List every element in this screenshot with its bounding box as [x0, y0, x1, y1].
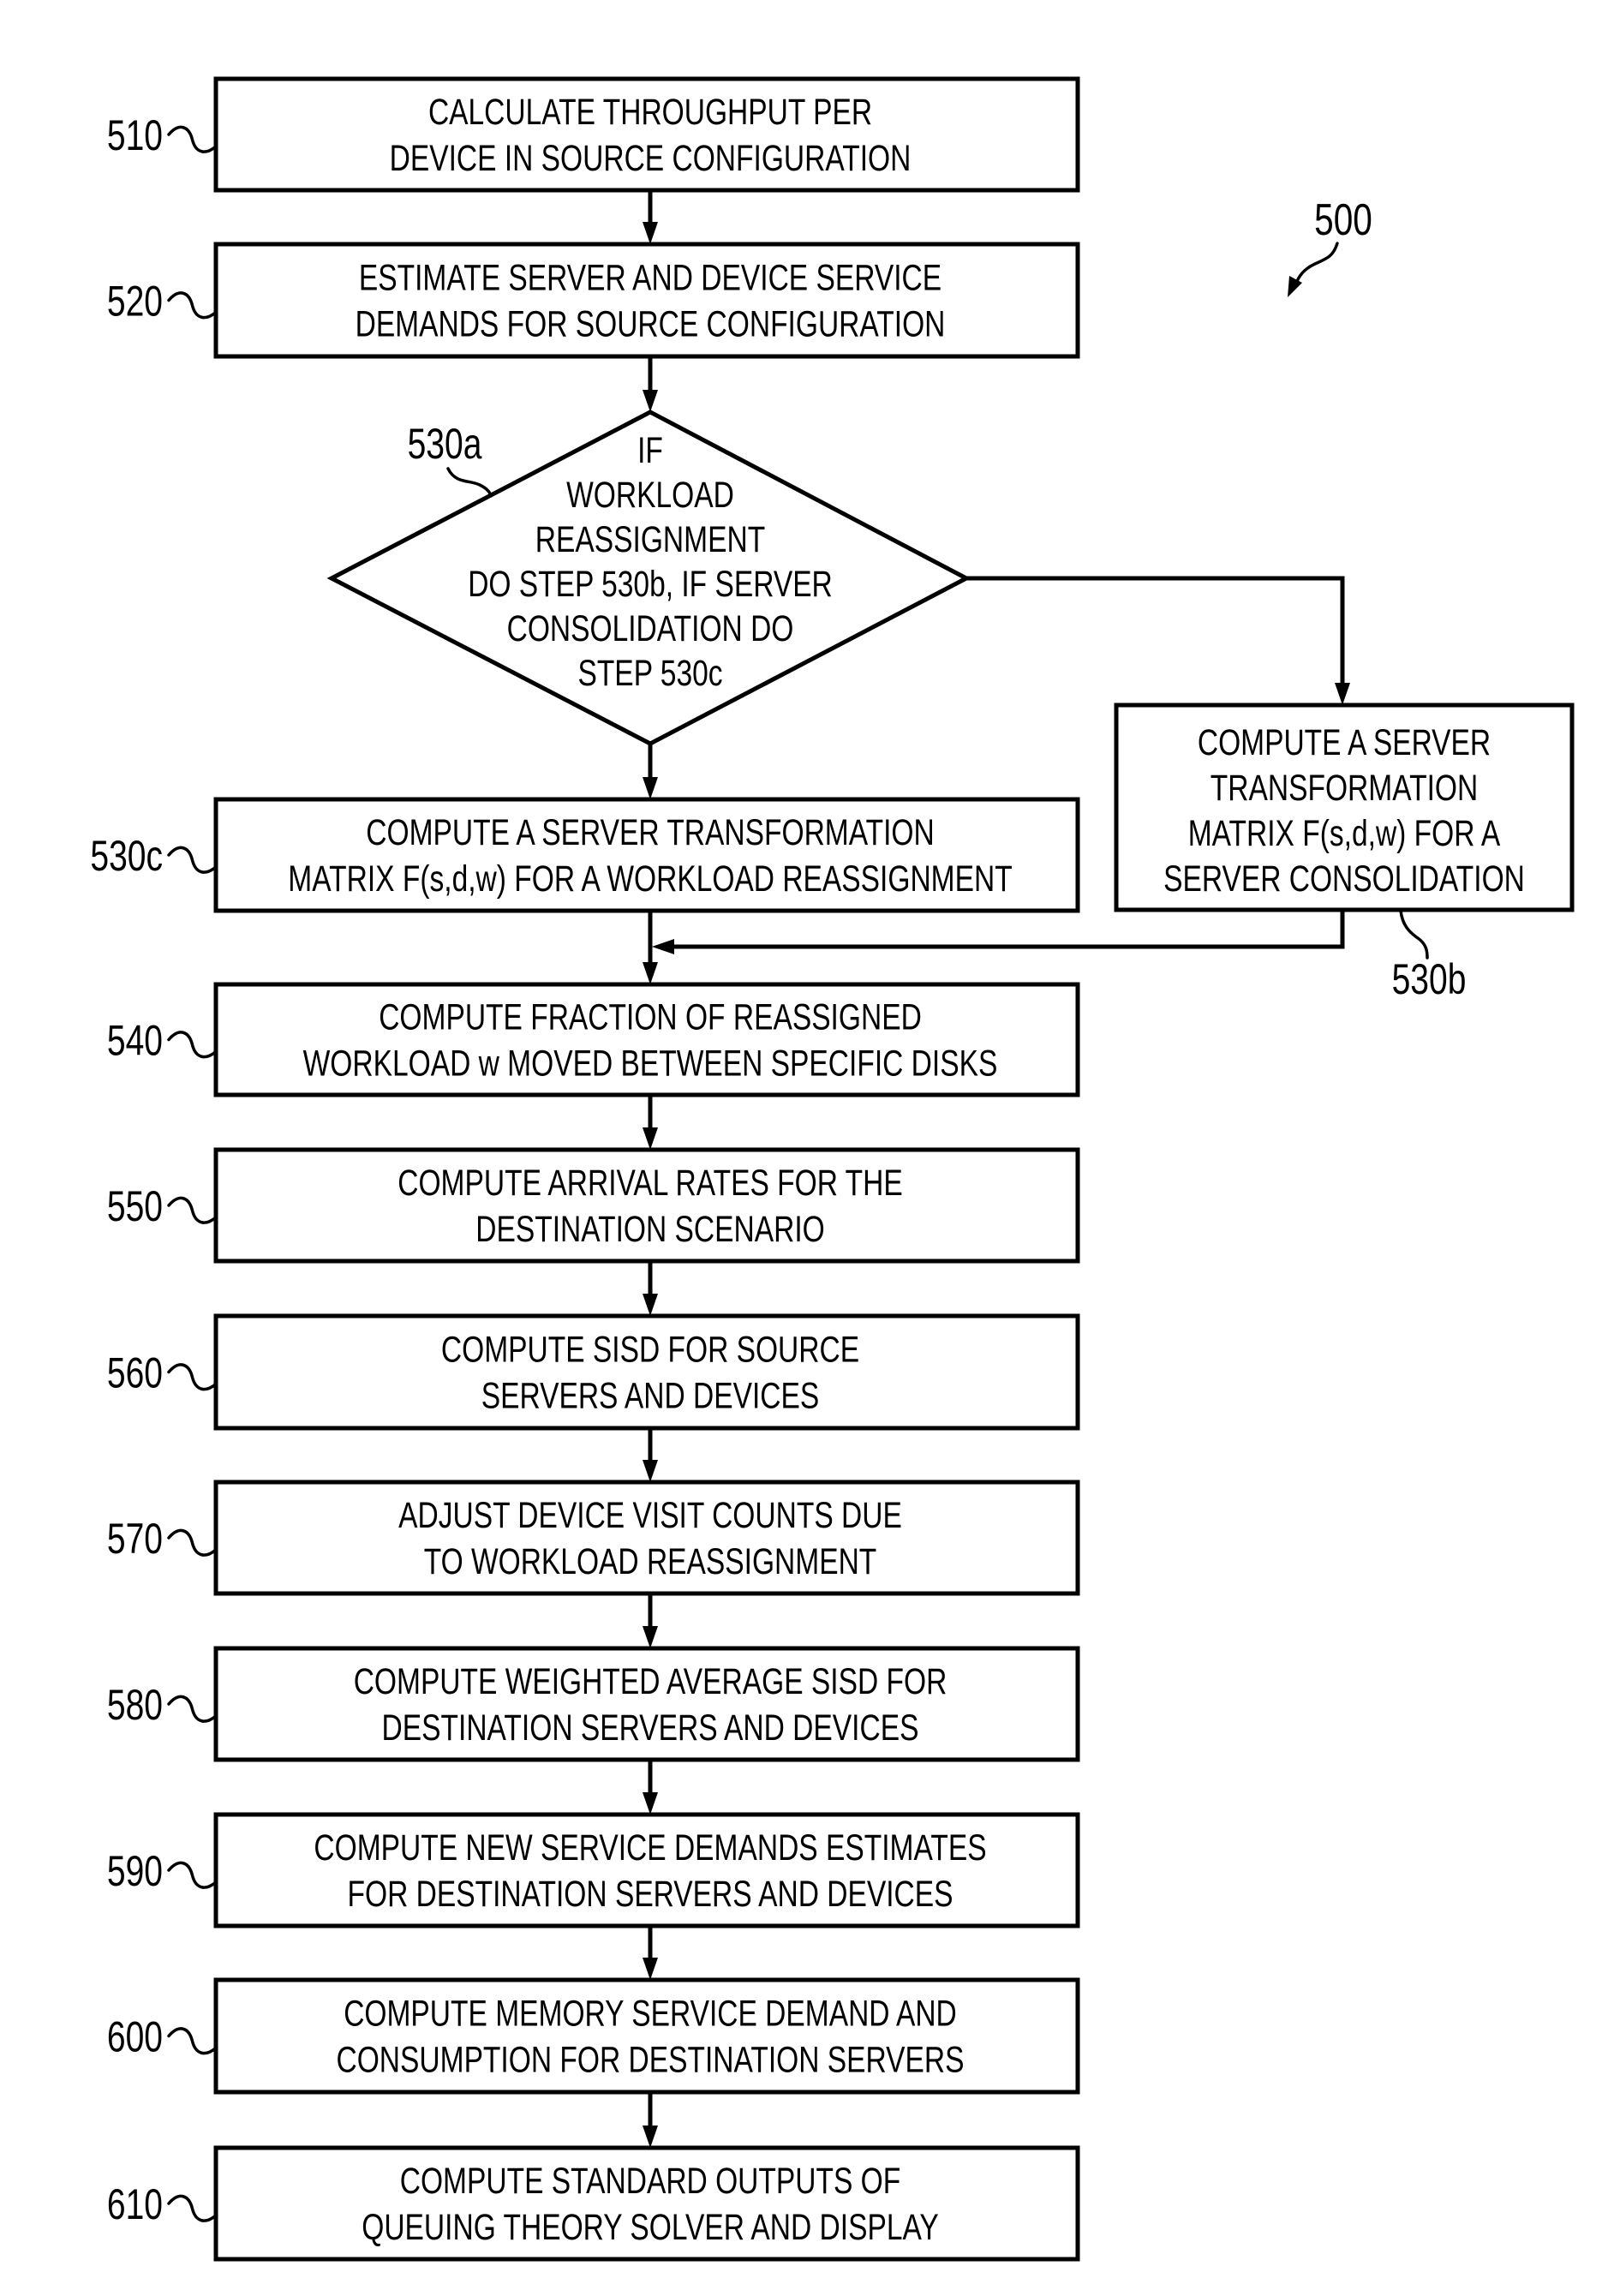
step-510: CALCULATE THROUGHPUT PER DEVICE IN SOURCE…	[213, 76, 1080, 193]
reference-label-580: 580	[107, 1681, 163, 1729]
step-530b: COMPUTE A SERVER TRANSFORMATIONMATRIX F(s…	[1114, 703, 1575, 912]
reference-label-520: 520	[107, 278, 163, 326]
arrowhead-icon	[643, 2126, 658, 2148]
step-610: COMPUTE STANDARD OUTPUTS OF QUEUING THEOR…	[213, 2145, 1080, 2262]
leader-line-600	[167, 2027, 218, 2055]
flowchart-500: CALCULATE THROUGHPUT PER DEVICE IN SOURCE…	[90, 76, 1575, 2262]
step-text-line: CALCULATE THROUGHPUT PER	[428, 92, 872, 133]
decision-text-line: DO STEP 530b, IF SERVER	[468, 564, 833, 605]
arrowhead-icon	[1335, 683, 1350, 705]
leader-line-510	[167, 125, 218, 153]
reference-label-530c: 530c	[90, 832, 163, 880]
step-560: COMPUTE SISD FOR SOURCE SERVERS AND DEVIC…	[213, 1313, 1080, 1431]
step-530c: COMPUTE A SERVER TRANSFORMATION MATRIX F(…	[213, 797, 1080, 913]
arrowhead-icon	[643, 1460, 658, 1482]
reference-label-530b: 530b	[1392, 955, 1467, 1003]
step-text-line: COMPUTE SISD FOR SOURCE	[441, 1330, 859, 1371]
step-text-line: TRANSFORMATION	[1210, 768, 1478, 809]
step-text-line: COMPUTE NEW SERVICE DEMANDS ESTIMATES	[314, 1827, 986, 1868]
leader-line-540	[167, 1031, 218, 1059]
step-580: COMPUTE WEIGHTED AVERAGE SISD FOR DESTINA…	[213, 1646, 1080, 1762]
step-540: COMPUTE FRACTION OF REASSIGNED WORKLOAD w…	[213, 982, 1080, 1097]
step-text-line: MATRIX F(s,d,w) FOR A WORKLOAD REASSIGNM…	[288, 858, 1012, 900]
arrowhead-icon	[643, 1127, 658, 1150]
step-text-line: CONSUMPTION FOR DESTINATION SERVERS	[337, 2040, 965, 2081]
leader-line-530b	[1399, 909, 1429, 960]
step-text-line: COMPUTE STANDARD OUTPUTS OF	[400, 2161, 901, 2202]
leader-line-610	[167, 2194, 218, 2222]
step-text-line: TO WORKLOAD REASSIGNMENT	[424, 1541, 877, 1582]
reference-label-590: 590	[107, 1847, 163, 1895]
branch-connector-530b	[966, 576, 1345, 686]
leader-line-530c	[167, 846, 218, 874]
reference-label-540: 540	[107, 1017, 163, 1065]
arrowhead-icon	[652, 939, 674, 954]
step-text-line: ADJUST DEVICE VISIT COUNTS DUE	[398, 1495, 902, 1536]
step-text-line: SERVER CONSOLIDATION	[1163, 858, 1525, 900]
step-text-line: COMPUTE FRACTION OF REASSIGNED	[379, 997, 922, 1038]
step-text-line: DEVICE IN SOURCE CONFIGURATION	[390, 138, 912, 179]
step-text-line: COMPUTE A SERVER TRANSFORMATION	[366, 812, 935, 853]
figure-pointer-arrow-icon	[1288, 276, 1302, 297]
decision-text-line: REASSIGNMENT	[535, 519, 765, 560]
step-text-line: COMPUTE MEMORY SERVICE DEMAND AND	[344, 1994, 957, 2035]
leader-line-520	[167, 291, 218, 320]
arrowhead-icon	[643, 1626, 658, 1648]
reference-label-510: 510	[107, 111, 163, 159]
step-text-line: COMPUTE WEIGHTED AVERAGE SISD FOR	[354, 1661, 947, 1702]
reference-label-610: 610	[107, 2180, 163, 2228]
leader-line-530a	[446, 467, 493, 498]
reference-label-550: 550	[107, 1182, 163, 1230]
reference-label-570: 570	[107, 1515, 163, 1563]
arrowhead-icon	[643, 1792, 658, 1815]
nodes: CALCULATE THROUGHPUT PER DEVICE IN SOURCE…	[213, 76, 1575, 2262]
step-570: ADJUST DEVICE VISIT COUNTS DUE TO WORKLOA…	[213, 1480, 1080, 1596]
step-text-line: SERVERS AND DEVICES	[481, 1376, 820, 1417]
step-text-line: ESTIMATE SERVER AND DEVICE SERVICE	[359, 258, 942, 299]
figure-pointer-line	[1294, 242, 1339, 287]
leader-line-580	[167, 1695, 218, 1723]
step-text-line: MATRIX F(s,d,w) FOR A	[1188, 813, 1501, 854]
decision-text-line: IF	[637, 430, 663, 471]
reference-label-530a: 530a	[408, 420, 482, 468]
step-text-line: DEMANDS FOR SOURCE CONFIGURATION	[356, 304, 946, 345]
step-520: ESTIMATE SERVER AND DEVICE SERVICE DEMAND…	[213, 242, 1080, 359]
leader-line-560	[167, 1363, 218, 1391]
reference-label-600: 600	[107, 2013, 163, 2061]
step-590: COMPUTE NEW SERVICE DEMANDS ESTIMATES FOR…	[213, 1812, 1080, 1928]
decision-text-line: CONSOLIDATION DO	[507, 608, 794, 649]
arrowhead-icon	[643, 222, 658, 244]
arrowhead-icon	[643, 1294, 658, 1316]
arrowhead-icon	[643, 1958, 658, 1980]
arrowhead-icon	[643, 962, 658, 984]
leader-line-550	[167, 1196, 218, 1224]
step-text-line: DESTINATION SERVERS AND DEVICES	[382, 1707, 919, 1749]
arrowhead-icon	[643, 390, 658, 412]
step-600: COMPUTE MEMORY SERVICE DEMAND AND CONSUMP…	[213, 1977, 1080, 2095]
reference-label-560: 560	[107, 1349, 163, 1397]
leader-line-570	[167, 1528, 218, 1557]
arrowhead-icon	[643, 777, 658, 799]
merge-connector	[671, 910, 1345, 949]
decision-text-line: STEP 530c	[577, 653, 722, 694]
step-text-line: DESTINATION SCENARIO	[475, 1209, 825, 1250]
decision-text-line: WORKLOAD	[566, 475, 734, 516]
leader-line-590	[167, 1861, 218, 1889]
step-text-line: WORKLOAD w MOVED BETWEEN SPECIFIC DISKS	[303, 1043, 998, 1085]
step-text-line: COMPUTE ARRIVAL RATES FOR THE	[398, 1163, 903, 1204]
step-text-line: COMPUTE A SERVER	[1198, 722, 1491, 763]
step-text-line: QUEUING THEORY SOLVER AND DISPLAY	[362, 2207, 939, 2248]
figure-reference-label: 500	[1314, 195, 1372, 245]
step-550: COMPUTE ARRIVAL RATES FOR THE DESTINATION…	[213, 1147, 1080, 1264]
step-text-line: FOR DESTINATION SERVERS AND DEVICES	[348, 1874, 953, 1915]
